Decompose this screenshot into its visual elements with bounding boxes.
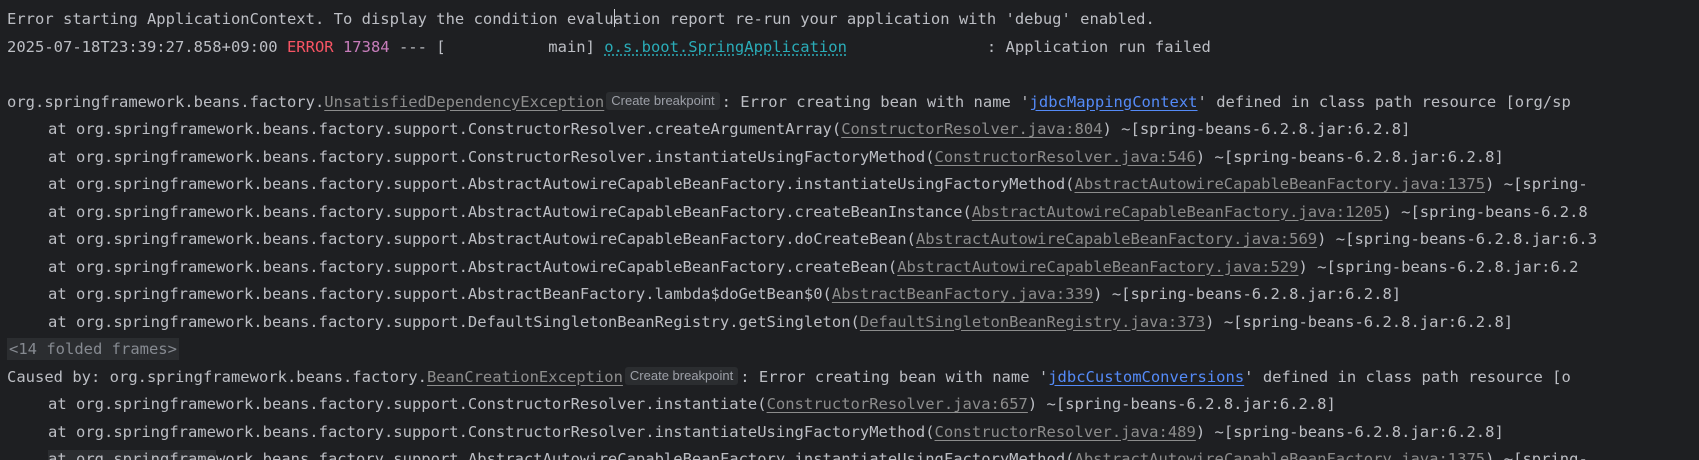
frame-jar: ) ~[spring-beans-6.2.8.jar:6.2.8]: [1205, 312, 1514, 331]
log-thread: --- [ main]: [389, 37, 605, 56]
stack-frames: at org.springframework.beans.factory.sup…: [0, 391, 1699, 460]
source-file-link[interactable]: ConstructorResolver.java:804: [841, 120, 1102, 138]
caused-by-line: Caused by: org.springframework.beans.fac…: [0, 364, 1699, 392]
source-file-link[interactable]: AbstractAutowireCapableBeanFactory.java:…: [1075, 175, 1486, 193]
stack-frame: at org.springframework.beans.factory.sup…: [0, 144, 1699, 172]
exception-message: : Error creating bean with name ': [740, 367, 1049, 386]
log-message: : Application run failed: [846, 37, 1211, 56]
source-file-link[interactable]: ConstructorResolver.java:657: [767, 395, 1028, 413]
frame-method: at org.springframework.beans.factory.sup…: [48, 257, 898, 276]
stack-frame: at org.springframework.beans.factory.sup…: [0, 116, 1699, 144]
exception-line: org.springframework.beans.factory.Unsati…: [0, 89, 1699, 117]
exception-message: ' defined in class path resource [o: [1244, 367, 1571, 386]
line-text: Error starting ApplicationContext. To di…: [7, 10, 614, 28]
frame-method: at org.springframework.beans.factory.sup…: [48, 175, 1075, 193]
exception-package: Caused by: org.springframework.beans.fac…: [7, 367, 427, 386]
frame-method: at org.springframework.beans.factory.sup…: [48, 395, 767, 413]
frame-jar: ) ~[spring-: [1485, 450, 1588, 460]
log-level: ERROR: [286, 37, 334, 56]
log-line-run-failed: 2025-07-18T23:39:27.858+09:00 ERROR 1738…: [0, 34, 1699, 62]
logger-link[interactable]: o.s.boot.SpringApplication: [604, 38, 847, 56]
source-file-link[interactable]: AbstractAutowireCapableBeanFactory.java:…: [1075, 450, 1486, 460]
source-file-link[interactable]: ConstructorResolver.java:489: [935, 423, 1196, 441]
frame-jar: ) ~[spring-beans-6.2.8.jar:6.2: [1298, 257, 1579, 276]
console-output[interactable]: Error starting ApplicationContext. To di…: [0, 0, 1699, 460]
create-breakpoint-button[interactable]: Create breakpoint: [606, 91, 720, 110]
source-file-link[interactable]: AbstractBeanFactory.java:339: [832, 285, 1093, 303]
stack-frame: at org.springframework.beans.factory.sup…: [0, 446, 1699, 460]
exception-message: : Error creating bean with name ': [721, 92, 1030, 111]
stack-frame: at org.springframework.beans.factory.sup…: [0, 226, 1699, 254]
frame-jar: ) ~[spring-beans-6.2.8.jar:6.2.8]: [1195, 422, 1504, 441]
frame-jar: ) ~[spring-beans-6.2.8.jar:6.2.8]: [1027, 395, 1336, 413]
frame-jar: ) ~[spring-: [1485, 175, 1588, 193]
folded-frames-line: <14 folded frames>: [0, 336, 1699, 364]
frame-jar: ) ~[spring-beans-6.2.8.jar:6.2.8]: [1102, 120, 1411, 138]
line-text: ation report re-run your application wit…: [613, 10, 1155, 28]
frame-method: at org.springframework.beans.factory.sup…: [48, 230, 916, 248]
log-pid: 17384: [333, 37, 390, 56]
exception-package: org.springframework.beans.factory.: [7, 92, 325, 111]
frame-method-highlight: at org.springframe: [48, 450, 216, 460]
log-timestamp: 2025-07-18T23:39:27.858+09:00: [7, 37, 287, 56]
frame-jar: ) ~[spring-beans-6.2.8.jar:6.2.8]: [1093, 285, 1402, 303]
frame-method: work.beans.factory.support.AbstractAutow…: [215, 450, 1075, 460]
source-file-link[interactable]: AbstractAutowireCapableBeanFactory.java:…: [972, 203, 1383, 221]
stack-frames: at org.springframework.beans.factory.sup…: [0, 116, 1699, 336]
stack-frame: at org.springframework.beans.factory.sup…: [0, 391, 1699, 419]
source-file-link[interactable]: AbstractAutowireCapableBeanFactory.java:…: [916, 230, 1317, 248]
frame-method: at org.springframework.beans.factory.sup…: [48, 147, 935, 166]
stack-frame: at org.springframework.beans.factory.sup…: [0, 309, 1699, 337]
log-line-context-error: Error starting ApplicationContext. To di…: [0, 6, 1699, 34]
stack-frame: at org.springframework.beans.factory.sup…: [0, 171, 1699, 199]
frame-jar: ) ~[spring-beans-6.2.8: [1382, 202, 1588, 221]
stack-frame: at org.springframework.beans.factory.sup…: [0, 199, 1699, 227]
folded-frames-toggle[interactable]: <14 folded frames>: [7, 338, 179, 360]
exception-class-link[interactable]: BeanCreationException: [427, 368, 623, 386]
stack-frame: at org.springframework.beans.factory.sup…: [0, 254, 1699, 282]
frame-method: at org.springframework.beans.factory.sup…: [48, 285, 832, 303]
stack-frame: at org.springframework.beans.factory.sup…: [0, 281, 1699, 309]
source-file-link[interactable]: ConstructorResolver.java:546: [935, 148, 1196, 166]
frame-method: at org.springframework.beans.factory.sup…: [48, 202, 972, 221]
create-breakpoint-button[interactable]: Create breakpoint: [624, 366, 739, 385]
source-file-link[interactable]: AbstractAutowireCapableBeanFactory.java:…: [897, 258, 1298, 276]
frame-method: at org.springframework.beans.factory.sup…: [48, 422, 935, 441]
stack-frame: at org.springframework.beans.factory.sup…: [0, 419, 1699, 447]
bean-name-link[interactable]: jdbcCustomConversions: [1048, 368, 1244, 386]
exception-class-link[interactable]: UnsatisfiedDependencyException: [324, 93, 604, 111]
source-file-link[interactable]: DefaultSingletonBeanRegistry.java:373: [860, 313, 1205, 331]
frame-jar: ) ~[spring-beans-6.2.8.jar:6.2.8]: [1195, 147, 1504, 166]
bean-name-link[interactable]: jdbcMappingContext: [1030, 93, 1198, 111]
frame-method: at org.springframework.beans.factory.sup…: [48, 312, 860, 331]
frame-method: at org.springframework.beans.factory.sup…: [48, 120, 842, 138]
frame-jar: ) ~[spring-beans-6.2.8.jar:6.3: [1317, 230, 1598, 248]
exception-message: ' defined in class path resource [org/sp: [1197, 92, 1571, 111]
